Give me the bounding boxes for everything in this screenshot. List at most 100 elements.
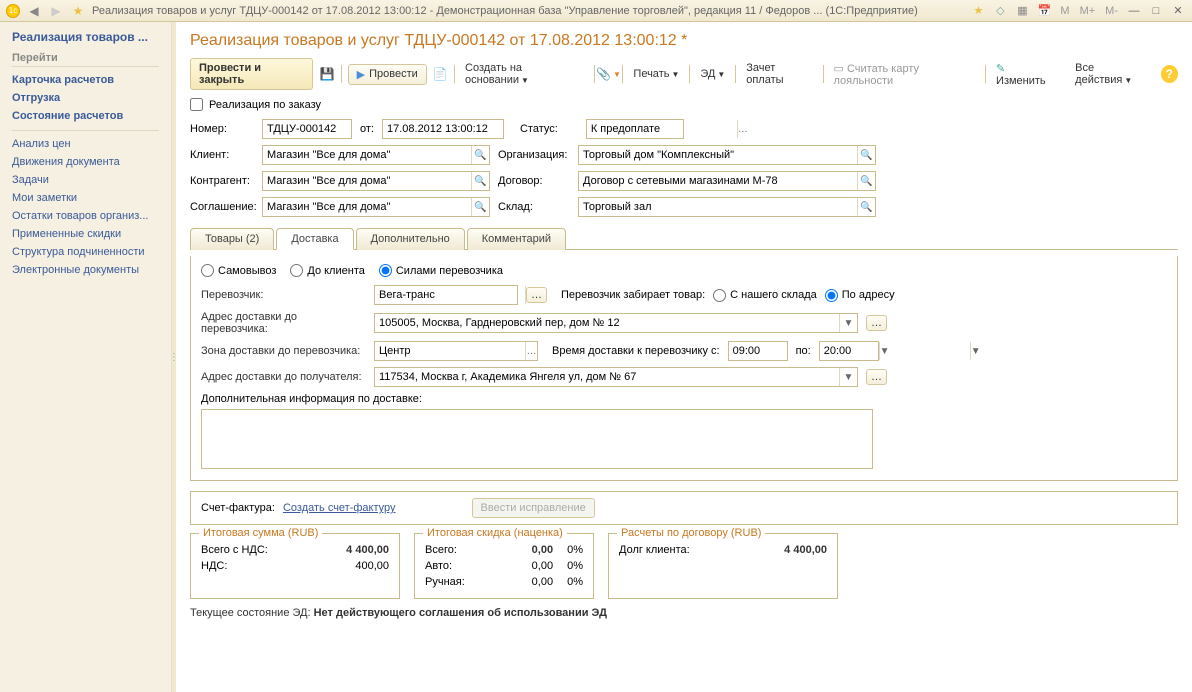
attach-icon[interactable]: 📎▼ <box>600 66 616 82</box>
agreement-select-btn[interactable]: 🔍 <box>471 198 489 216</box>
number-label: Номер: <box>190 123 254 135</box>
addr-carrier-dd[interactable]: ▼ <box>839 314 857 332</box>
ed-dropdown[interactable]: ЭД▼ <box>696 66 729 82</box>
doc-icon[interactable]: 📄 <box>433 66 448 82</box>
nav-edocs[interactable]: Электронные документы <box>12 261 159 279</box>
tab-additional[interactable]: Дополнительно <box>356 228 465 250</box>
contract-input[interactable] <box>579 172 857 190</box>
tab-comment[interactable]: Комментарий <box>467 228 566 250</box>
client-input[interactable] <box>263 146 471 164</box>
close-btn[interactable]: ✕ <box>1170 4 1186 18</box>
org-label: Организация: <box>498 149 570 161</box>
content-area: Реализация товаров и услуг ТДЦУ-000142 о… <box>176 22 1192 692</box>
create-invoice-link[interactable]: Создать счет-фактуру <box>283 502 396 514</box>
tabs: Товары (2) Доставка Дополнительно Коммен… <box>190 227 1178 250</box>
time-label: Время доставки к перевозчику с: <box>552 345 720 357</box>
titlebar: 1c ◀ ▶ ★ Реализация товаров и услуг ТДЦУ… <box>0 0 1192 22</box>
invoice-label: Счет-фактура: <box>201 502 275 514</box>
addr-recipient-input[interactable] <box>375 368 839 386</box>
post-button[interactable]: ▶Провести <box>348 64 427 85</box>
nav-notes[interactable]: Мои заметки <box>12 189 159 207</box>
radio-carrier[interactable]: Силами перевозчика <box>379 264 503 277</box>
counterparty-select-btn[interactable]: 🔍 <box>471 172 489 190</box>
org-select-btn[interactable]: 🔍 <box>857 146 875 164</box>
radio-to-client[interactable]: До клиента <box>290 264 364 277</box>
time-to-input[interactable] <box>820 342 970 360</box>
nav-back-icon[interactable]: ◀ <box>26 3 42 19</box>
client-label: Клиент: <box>190 149 254 161</box>
addr-recipient-btn[interactable]: … <box>866 369 887 385</box>
addr-recipient-label: Адрес доставки до получателя: <box>201 371 366 383</box>
help-icon[interactable]: ? <box>1161 65 1178 83</box>
calendar-icon[interactable]: 📅 <box>1036 3 1052 19</box>
minimize-btn[interactable]: — <box>1126 4 1142 18</box>
nav-stock[interactable]: Остатки товаров организ... <box>12 207 159 225</box>
nav-doc-moves[interactable]: Движения документа <box>12 153 159 171</box>
nav-payment-card[interactable]: Карточка расчетов <box>12 71 159 89</box>
post-and-close-button[interactable]: Провести и закрыть <box>190 58 313 90</box>
time-to-dd[interactable]: ▼ <box>970 342 981 360</box>
zone-btn[interactable]: … <box>525 342 537 360</box>
nav-shipment[interactable]: Отгрузка <box>12 89 159 107</box>
addr-recipient-dd[interactable]: ▼ <box>839 368 857 386</box>
radio-pickup[interactable]: Самовывоз <box>201 264 276 277</box>
radio-by-address[interactable]: По адресу <box>825 289 895 302</box>
totals-contract-box: Расчеты по договору (RUB) Долг клиента:4… <box>608 533 838 599</box>
correction-button[interactable]: Ввести исправление <box>472 498 595 518</box>
m-btn[interactable]: M <box>1058 5 1071 17</box>
status-select-btn[interactable]: … <box>737 120 748 138</box>
nav-fwd-icon[interactable]: ▶ <box>48 3 64 19</box>
offset-button[interactable]: Зачет оплаты <box>742 60 816 88</box>
card-icon: ▭ <box>834 63 844 75</box>
warehouse-select-btn[interactable]: 🔍 <box>857 198 875 216</box>
save-icon[interactable]: 💾 <box>319 66 334 82</box>
favorite-icon[interactable]: ★ <box>70 3 86 19</box>
warehouse-label: Склад: <box>498 201 570 213</box>
contract-select-btn[interactable]: 🔍 <box>857 172 875 190</box>
carrier-input[interactable] <box>375 286 525 304</box>
warehouse-input[interactable] <box>579 198 857 216</box>
nav-payment-state[interactable]: Состояние расчетов <box>12 107 159 125</box>
status-label: Статус: <box>520 123 558 135</box>
edit-icon: ✎ <box>996 63 1005 75</box>
radio-from-warehouse[interactable]: С нашего склада <box>713 289 817 302</box>
tab-delivery[interactable]: Доставка <box>276 228 353 250</box>
org-input[interactable] <box>579 146 857 164</box>
print-dropdown[interactable]: Печать▼ <box>629 66 683 82</box>
date-input[interactable] <box>383 120 533 138</box>
client-select-btn[interactable]: 🔍 <box>471 146 489 164</box>
zone-input[interactable] <box>375 342 525 360</box>
by-order-checkbox[interactable] <box>190 98 203 111</box>
loyalty-button[interactable]: ▭ Считать карту лояльности <box>830 60 980 89</box>
totals-discount-legend: Итоговая скидка (наценка) <box>423 527 567 539</box>
tab-goods[interactable]: Товары (2) <box>190 228 274 250</box>
zone-label: Зона доставки до перевозчика: <box>201 345 366 357</box>
star-icon[interactable]: ★ <box>970 3 986 19</box>
agreement-input[interactable] <box>263 198 471 216</box>
nav-tasks[interactable]: Задачи <box>12 171 159 189</box>
carrier-select-btn[interactable]: … <box>526 287 547 303</box>
addr-carrier-btn[interactable]: … <box>866 315 887 331</box>
create-based-dropdown[interactable]: Создать на основании▼ <box>461 60 588 88</box>
m-plus-btn[interactable]: M+ <box>1078 5 1098 17</box>
ed-status-row: Текущее состояние ЭД: Нет действующего с… <box>190 607 1178 619</box>
counterparty-input[interactable] <box>263 172 471 190</box>
link-icon[interactable]: ◇ <box>992 3 1008 19</box>
maximize-btn[interactable]: □ <box>1148 4 1164 18</box>
status-input[interactable] <box>587 120 737 138</box>
nav-discounts[interactable]: Примененные скидки <box>12 225 159 243</box>
nav-price-analysis[interactable]: Анализ цен <box>12 135 159 153</box>
m-minus-btn[interactable]: M- <box>1103 5 1120 17</box>
calc-icon[interactable]: ▦ <box>1014 3 1030 19</box>
post-icon: ▶ <box>357 68 365 81</box>
all-actions-dropdown[interactable]: Все действия▼ <box>1071 60 1155 88</box>
extra-info-textarea[interactable] <box>201 409 873 469</box>
edit-button[interactable]: ✎ Изменить <box>992 60 1059 89</box>
from-label: от: <box>360 123 374 135</box>
by-order-label: Реализация по заказу <box>209 99 321 111</box>
nav-structure[interactable]: Структура подчиненности <box>12 243 159 261</box>
addr-carrier-input[interactable] <box>375 314 839 332</box>
delivery-tab-content: Самовывоз До клиента Силами перевозчика … <box>190 256 1178 481</box>
counterparty-label: Контрагент: <box>190 175 254 187</box>
carrier-label: Перевозчик: <box>201 289 366 301</box>
